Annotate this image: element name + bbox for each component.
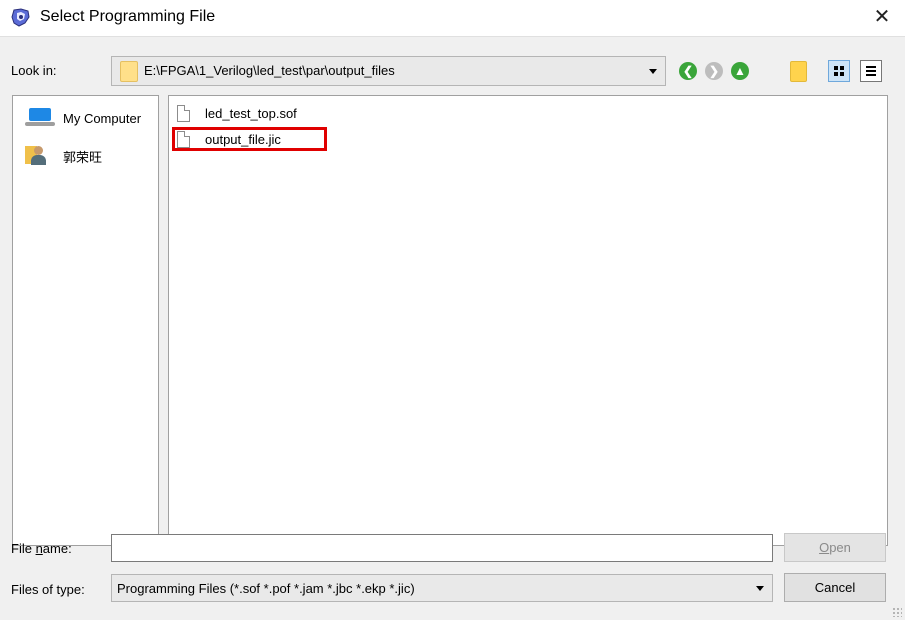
file-name-label-mnemonic: n	[35, 541, 43, 556]
back-arrow-icon[interactable]: ❮	[679, 62, 697, 80]
file-icon	[177, 131, 190, 148]
sidebar-item-user[interactable]: 郭荣旺	[21, 142, 161, 166]
file-name: led_test_top.sof	[205, 106, 297, 121]
file-icon	[177, 105, 190, 122]
window-title: Select Programming File	[40, 8, 216, 25]
up-arrow-icon[interactable]: ▲	[731, 62, 749, 80]
forward-arrow-icon[interactable]: ❯	[705, 62, 723, 80]
quartus-app-icon	[11, 8, 30, 27]
file-type-combo[interactable]: Programming Files (*.sof *.pof *.jam *.j…	[111, 574, 773, 602]
list-view-button[interactable]	[828, 60, 850, 82]
file-item-output-file-jic[interactable]: output_file.jic	[177, 130, 377, 152]
sidebar-item-label: 郭荣旺	[63, 150, 103, 165]
look-in-path: E:\FPGA\1_Verilog\led_test\par\output_fi…	[144, 63, 395, 78]
close-button[interactable]: ✕	[859, 0, 905, 34]
chevron-down-icon[interactable]	[649, 69, 657, 74]
dialog-body: Look in: E:\FPGA\1_Verilog\led_test\par\…	[0, 36, 905, 620]
new-folder-button[interactable]	[788, 60, 810, 82]
places-sidebar: My Computer 郭荣旺	[12, 95, 159, 546]
file-name-label-pre: File	[11, 541, 36, 556]
file-type-label: Files of type:	[11, 582, 85, 597]
list-view-icon[interactable]	[834, 66, 844, 76]
file-type-value: Programming Files (*.sof *.pof *.jam *.j…	[117, 581, 415, 596]
detail-view-icon[interactable]	[866, 66, 876, 78]
sidebar-item-my-computer[interactable]: My Computer	[21, 106, 161, 130]
look-in-label: Look in:	[11, 63, 57, 78]
title-bar: Select Programming File ✕	[0, 0, 905, 36]
file-name-input[interactable]	[111, 534, 773, 562]
detail-view-button[interactable]	[860, 60, 882, 82]
parent-folder-button[interactable]: ▲	[729, 60, 751, 82]
back-button[interactable]: ❮	[677, 60, 699, 82]
computer-icon	[25, 108, 55, 128]
file-list: led_test_top.sof output_file.jic	[168, 95, 888, 546]
open-button[interactable]: Open	[784, 533, 886, 562]
chevron-down-icon[interactable]	[756, 586, 764, 591]
file-name-label-post: ame:	[42, 541, 72, 556]
file-item-led-test-top-sof[interactable]: led_test_top.sof	[177, 104, 377, 126]
open-label-post: pen	[829, 540, 851, 555]
folder-icon	[120, 61, 138, 82]
look-in-combo[interactable]: E:\FPGA\1_Verilog\led_test\par\output_fi…	[111, 56, 666, 86]
file-name-label: File name:	[11, 541, 72, 556]
file-name: output_file.jic	[205, 132, 281, 147]
resize-grip-icon[interactable]	[892, 607, 902, 617]
cancel-button[interactable]: Cancel	[784, 573, 886, 602]
new-folder-icon[interactable]	[790, 61, 807, 82]
user-folder-icon	[25, 144, 47, 166]
close-icon[interactable]: ✕	[874, 6, 891, 28]
sidebar-item-label: My Computer	[63, 111, 142, 126]
open-label-mnemonic: O	[819, 540, 830, 555]
forward-button[interactable]: ❯	[703, 60, 725, 82]
